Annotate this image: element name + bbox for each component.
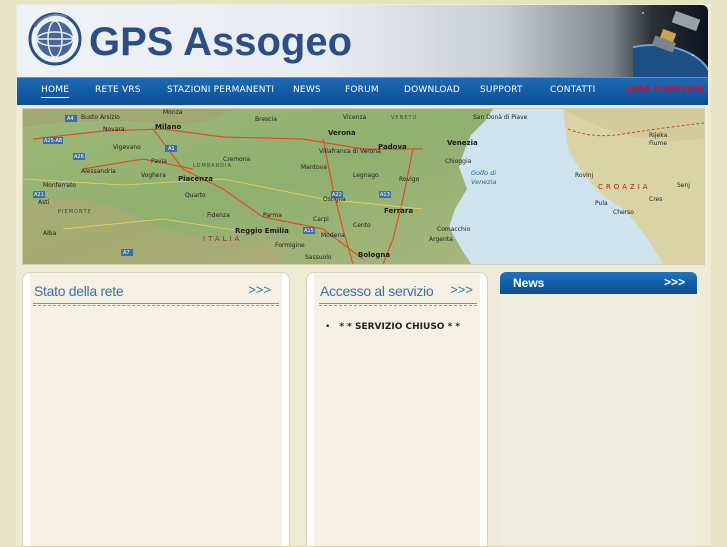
svg-text:Quarto: Quarto: [185, 192, 206, 199]
svg-text:A1: A1: [168, 146, 175, 152]
svg-text:Mantova: Mantova: [301, 164, 327, 171]
svg-text:A7: A7: [123, 250, 130, 256]
svg-text:PIEMONTE: PIEMONTE: [58, 209, 92, 215]
svg-text:Busto Arsizio: Busto Arsizio: [81, 114, 120, 121]
nav-news[interactable]: NEWS: [293, 85, 321, 95]
nav-area-riservata[interactable]: AREA RISERVATA: [626, 85, 704, 94]
svg-text:Monferrato: Monferrato: [43, 182, 76, 189]
svg-text:Sassuolo: Sassuolo: [305, 254, 332, 261]
nav-forum[interactable]: FORUM: [345, 85, 379, 95]
svg-text:Rovinj: Rovinj: [575, 172, 594, 179]
svg-text:Chioggia: Chioggia: [445, 158, 472, 165]
header-banner: GPS Assogeo: [17, 5, 708, 77]
svg-text:A22: A22: [332, 192, 342, 198]
svg-text:Bologna: Bologna: [358, 251, 390, 259]
svg-text:Vicenza: Vicenza: [343, 114, 367, 121]
svg-text:Argenta: Argenta: [429, 236, 453, 243]
svg-text:A13: A13: [380, 192, 390, 198]
svg-text:Milano: Milano: [155, 123, 181, 131]
panel-title: News: [513, 276, 545, 290]
accesso-more-link[interactable]: >>>: [450, 282, 473, 297]
svg-text:Voghera: Voghera: [141, 172, 166, 179]
svg-text:Venezia: Venezia: [447, 139, 478, 147]
panel-divider: [33, 303, 279, 306]
nav-contatti[interactable]: CONTATTI: [550, 85, 595, 95]
panel-body: [30, 273, 282, 546]
stato-della-rete-panel: Stato della rete >>>: [22, 272, 290, 547]
svg-text:Pula: Pula: [595, 200, 608, 207]
svg-text:Cres: Cres: [649, 196, 662, 203]
svg-text:Fidenza: Fidenza: [207, 212, 230, 219]
nav-home[interactable]: HOME: [41, 85, 70, 98]
news-more-link[interactable]: >>>: [664, 275, 685, 289]
globe-logo-icon: [28, 12, 82, 66]
svg-text:A21: A21: [34, 192, 44, 198]
svg-text:Formigine: Formigine: [275, 242, 305, 249]
svg-text:Alba: Alba: [43, 230, 57, 237]
svg-text:Rovigo: Rovigo: [399, 176, 420, 183]
nav-support[interactable]: SUPPORT: [480, 85, 523, 95]
panel-divider: [319, 303, 477, 306]
svg-text:Vigevano: Vigevano: [113, 144, 141, 151]
svg-text:Reggio Emilia: Reggio Emilia: [235, 227, 289, 235]
nav-rete-vrs[interactable]: RETE VRS: [95, 85, 141, 95]
main-navigation: HOME RETE VRS STAZIONI PERMANENTI NEWS F…: [17, 77, 708, 105]
nav-stazioni-permanenti[interactable]: STAZIONI PERMANENTI: [167, 85, 274, 95]
panel-title: Stato della rete: [34, 283, 124, 299]
svg-text:Modena: Modena: [321, 232, 345, 239]
svg-text:Venezia: Venezia: [471, 178, 496, 186]
svg-text:Alessandria: Alessandria: [81, 168, 116, 175]
svg-text:Cento: Cento: [353, 222, 371, 229]
svg-text:Fiume: Fiume: [649, 140, 667, 147]
bullet-icon: •: [325, 322, 331, 332]
svg-text:Novara: Novara: [103, 126, 125, 133]
svg-text:Carpi: Carpi: [313, 216, 329, 223]
svg-text:Cremona: Cremona: [223, 156, 251, 163]
svg-text:Parma: Parma: [263, 212, 282, 219]
coverage-map: Monza Busto Arsizio Novara Milano Vigeva…: [22, 108, 705, 265]
svg-text:ITALIA: ITALIA: [203, 235, 242, 243]
accesso-al-servizio-panel: Accesso al servizio >>> • * * SERVIZIO CH…: [306, 272, 488, 547]
site-title: GPS Assogeo: [89, 20, 353, 64]
svg-text:Asti: Asti: [38, 199, 50, 206]
svg-text:Brescia: Brescia: [255, 116, 277, 123]
svg-text:Piacenza: Piacenza: [178, 175, 213, 183]
svg-text:LOMBARDIA: LOMBARDIA: [193, 163, 232, 169]
svg-text:Legnago: Legnago: [353, 172, 379, 179]
svg-text:A4: A4: [67, 116, 74, 122]
svg-text:CROAZIA: CROAZIA: [598, 183, 651, 191]
svg-text:Rijeka: Rijeka: [649, 132, 668, 139]
nav-download[interactable]: DOWNLOAD: [404, 85, 460, 95]
svg-text:Verona: Verona: [328, 129, 356, 137]
panel-body: [314, 273, 480, 546]
svg-text:A15: A15: [304, 228, 314, 234]
svg-text:Villafranca di Verona: Villafranca di Verona: [319, 148, 381, 155]
satellite-icon: [633, 10, 708, 77]
list-item: • * * SERVIZIO CHIUSO * *: [325, 322, 460, 332]
svg-text:VENETO: VENETO: [391, 115, 417, 121]
svg-text:Padova: Padova: [378, 143, 407, 151]
svg-text:Golfo di: Golfo di: [471, 169, 496, 177]
svg-text:A26: A26: [74, 154, 84, 160]
news-panel: News >>>: [500, 272, 697, 545]
svg-text:Senj: Senj: [677, 182, 690, 189]
service-status-text: * * SERVIZIO CHIUSO * *: [339, 322, 461, 332]
svg-text:Cherso: Cherso: [613, 209, 634, 216]
svg-text:Comacchio: Comacchio: [437, 226, 470, 233]
stato-more-link[interactable]: >>>: [248, 282, 271, 297]
svg-text:Ferrara: Ferrara: [384, 207, 413, 215]
panel-title: Accesso al servizio: [320, 283, 434, 299]
svg-text:Monza: Monza: [163, 109, 183, 116]
svg-text:A25-A8: A25-A8: [44, 138, 62, 144]
svg-text:San Donà di Piave: San Donà di Piave: [473, 114, 528, 121]
svg-text:Pavia: Pavia: [151, 158, 167, 165]
news-header: News >>>: [500, 272, 697, 294]
